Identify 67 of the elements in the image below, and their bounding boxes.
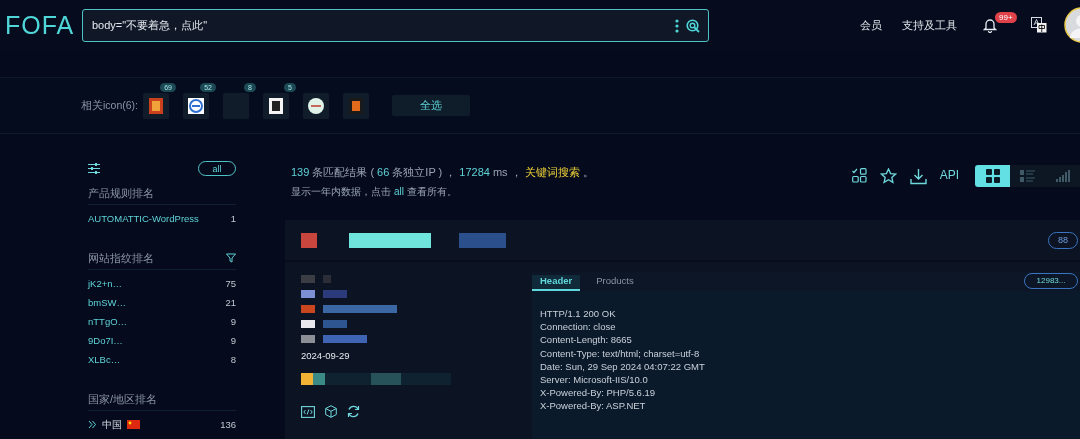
tab[interactable]: Products xyxy=(588,275,642,291)
ranking-count: 21 xyxy=(225,297,236,308)
list-view-icon xyxy=(1020,169,1035,183)
more-icon[interactable] xyxy=(675,18,679,33)
grid-view-icon xyxy=(985,169,1000,183)
select-all-button[interactable]: 全选 xyxy=(392,95,470,116)
site-icon[interactable] xyxy=(343,92,369,119)
site-icon[interactable] xyxy=(183,92,209,119)
ranking-item[interactable]: 中国 xyxy=(102,417,122,432)
filter-icon[interactable] xyxy=(226,253,236,263)
header-line: Content-Type: text/html; charset=utf-8 xyxy=(540,346,701,360)
header-line: Server: Microsoft-IIS/10.0 xyxy=(540,373,649,387)
nav-link[interactable]: 支持及工具 xyxy=(902,17,957,33)
site-icon[interactable] xyxy=(263,92,289,119)
redacted-text xyxy=(301,275,331,283)
header-line: Date: Sun, 29 Sep 2024 04:07:22 GMT xyxy=(540,359,706,373)
result-summary: 139 条匹配结果 ( 66 条独立IP ) ， 17284 ms ， 关键词搜索 。 xyxy=(291,165,595,180)
site-icon[interactable] xyxy=(303,92,329,119)
related-icons-label: 相关icon(6): xyxy=(81,98,138,113)
ranking-item[interactable]: nTTgO… xyxy=(88,316,128,327)
search-icon[interactable] xyxy=(686,18,700,33)
download-icon[interactable] xyxy=(909,168,927,185)
cube-icon[interactable] xyxy=(325,405,337,418)
expand-icon[interactable] xyxy=(88,420,97,429)
api-link[interactable]: API xyxy=(939,168,959,182)
search-field[interactable]: body="不要着急，点此" xyxy=(82,8,709,42)
ranking-item[interactable]: bmSW… xyxy=(88,297,126,308)
view-toggle[interactable] xyxy=(1045,165,1080,187)
redacted-text xyxy=(301,320,347,328)
header-line: Content-Length: 8665 xyxy=(540,333,633,347)
ranking-count: 8 xyxy=(230,354,236,365)
settings-icon[interactable] xyxy=(88,163,100,174)
view-toggle[interactable] xyxy=(1010,165,1045,187)
flag-icon xyxy=(127,420,140,429)
ranking-item[interactable]: jK2+n… xyxy=(88,278,123,289)
tab[interactable]: Header xyxy=(532,275,581,291)
fofa-logo[interactable]: FOFA xyxy=(5,10,75,40)
grid-check-icon[interactable] xyxy=(851,168,867,183)
ranking-count: 9 xyxy=(230,316,236,327)
section-title: 产品规则排名 xyxy=(88,185,154,201)
notification-badge: 99+ xyxy=(995,12,1017,23)
ranking-item[interactable]: 9Do7I… xyxy=(88,335,123,346)
section-title: 网站指纹排名 xyxy=(88,250,154,266)
ranking-count: 9 xyxy=(230,335,236,346)
ranking-count: 75 xyxy=(225,278,236,289)
ranking-count: 136 xyxy=(220,419,236,430)
bar-chart-icon xyxy=(1055,169,1070,183)
ranking-item[interactable]: AUTOMATTIC-WordPress xyxy=(88,213,199,224)
redacted-text xyxy=(301,335,367,343)
nav-link[interactable]: 会员 xyxy=(860,17,882,33)
refresh-icon[interactable] xyxy=(347,405,360,418)
header-line: Connection: close xyxy=(540,320,617,334)
header-line: X-Powered-By: ASP.NET xyxy=(540,399,647,413)
header-line: HTTP/1.1 200 OK xyxy=(540,307,617,321)
result-note: 显示一年内数据，点击 all 查看所有。 xyxy=(291,185,458,199)
redacted-text xyxy=(301,290,347,298)
site-icon[interactable] xyxy=(143,92,169,119)
star-icon[interactable] xyxy=(879,168,897,184)
translate-icon[interactable] xyxy=(1031,17,1047,33)
ranking-count: 1 xyxy=(230,213,236,224)
date-text: 2024-09-29 xyxy=(301,350,351,361)
ranking-item[interactable]: XLBc… xyxy=(88,354,121,365)
code-icon[interactable] xyxy=(301,405,315,418)
section-title: 国家/地区排名 xyxy=(88,391,158,407)
bell-icon[interactable] xyxy=(983,17,997,33)
header-line: X-Powered-By: PHP/5.6.19 xyxy=(540,386,657,400)
view-toggle[interactable] xyxy=(975,165,1010,187)
